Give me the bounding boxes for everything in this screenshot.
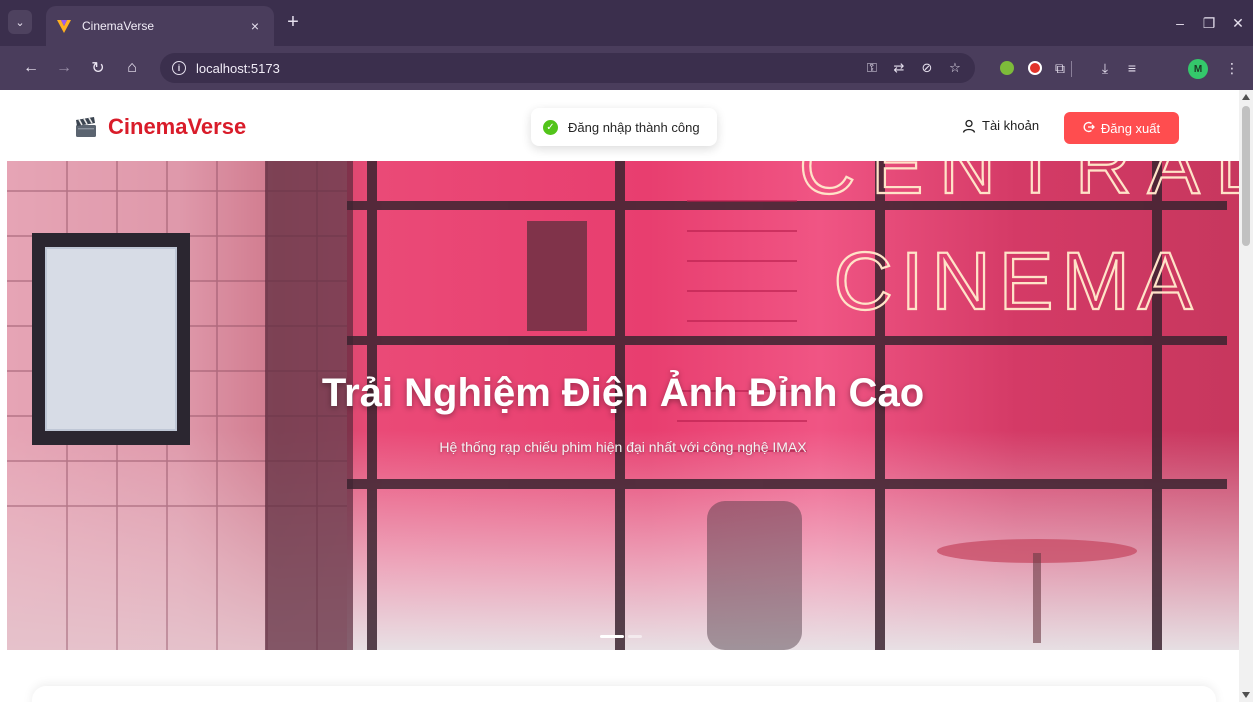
login-success-toast: ✓ Đăng nhập thành công [531,108,717,146]
extension-red-icon[interactable] [1025,58,1045,78]
home-icon[interactable]: ⌂ [120,56,144,80]
minimize-button[interactable]: – [1165,10,1195,36]
carousel-dots [600,635,642,638]
toolbar-divider [1071,61,1072,77]
tab-search-icon[interactable]: ⌄ [8,10,32,34]
menu-icon[interactable]: ⋮ [1222,58,1242,78]
page-viewport: CinemaVerse Tài khoản Đăng xuất ✓ Đăng n… [0,90,1239,702]
browser-toolbar: ← → ↻ ⌂ i localhost:5173 ⚿ ⇄ ⊘ ☆ ⧉ ⤓ ≡ M… [0,46,1253,90]
user-icon [962,119,976,133]
media-icon[interactable]: ≡ [1122,58,1142,78]
address-bar[interactable]: i localhost:5173 ⚿ ⇄ ⊘ ☆ [160,53,975,83]
info-icon[interactable]: i [172,61,186,75]
close-window-button[interactable]: ✕ [1223,10,1253,36]
tab-title: CinemaVerse [82,19,155,33]
site-logo[interactable]: CinemaVerse [74,114,246,140]
scroll-down-icon[interactable] [1242,692,1250,698]
reload-icon[interactable]: ↻ [86,56,110,80]
neon-sign-central: CENTRAL [799,161,1239,210]
extension-green-icon[interactable] [997,58,1017,78]
account-link[interactable]: Tài khoản [962,118,1039,133]
key-icon[interactable]: ⚿ [863,59,881,77]
check-circle-icon: ✓ [543,119,558,135]
profile-avatar[interactable]: M [1188,59,1208,79]
hero-banner[interactable]: CENTRAL CINEMA Trải Nghiệm Điện Ảnh Đỉnh… [7,161,1239,650]
back-icon[interactable]: ← [19,56,43,80]
logout-icon [1083,121,1095,136]
star-icon[interactable]: ☆ [946,59,964,77]
restore-button[interactable]: ❐ [1194,10,1224,36]
logout-button[interactable]: Đăng xuất [1064,112,1179,144]
logout-label: Đăng xuất [1100,120,1161,136]
extension-icon[interactable]: ⧉ [1050,58,1070,78]
tab-strip: ⌄ CinemaVerse × + – ❐ ✕ [0,0,1253,46]
url-text[interactable]: localhost:5173 [196,61,280,76]
page-scrollbar[interactable] [1239,90,1253,702]
content-card [32,686,1216,702]
scroll-up-icon[interactable] [1242,94,1250,100]
eye-off-icon[interactable]: ⊘ [918,59,936,77]
translate-icon[interactable]: ⇄ [890,59,908,77]
hero-title: Trải Nghiệm Điện Ảnh Đỉnh Cao [321,371,925,415]
carousel-dot-1[interactable] [600,635,624,638]
scrollbar-thumb[interactable] [1242,106,1250,246]
new-tab-button[interactable]: + [282,12,304,34]
neon-sign-cinema: CINEMA [834,236,1201,327]
tab-cinemaverse[interactable]: CinemaVerse × [46,6,274,46]
account-label: Tài khoản [982,118,1040,133]
tab-close-icon[interactable]: × [246,18,264,34]
brand-name: CinemaVerse [108,114,247,139]
carousel-dot-2[interactable] [628,635,642,638]
clapperboard-icon [74,116,98,138]
toast-message: Đăng nhập thành công [568,119,700,135]
favicon-icon [56,18,72,34]
browser-window: ⌄ CinemaVerse × + – ❐ ✕ ← → ↻ ⌂ i localh… [0,0,1253,702]
download-icon[interactable]: ⤓ [1095,58,1115,78]
forward-icon[interactable]: → [52,56,76,80]
hero-subtitle: Hệ thống rạp chiếu phim hiện đại nhất vớ… [439,439,807,455]
